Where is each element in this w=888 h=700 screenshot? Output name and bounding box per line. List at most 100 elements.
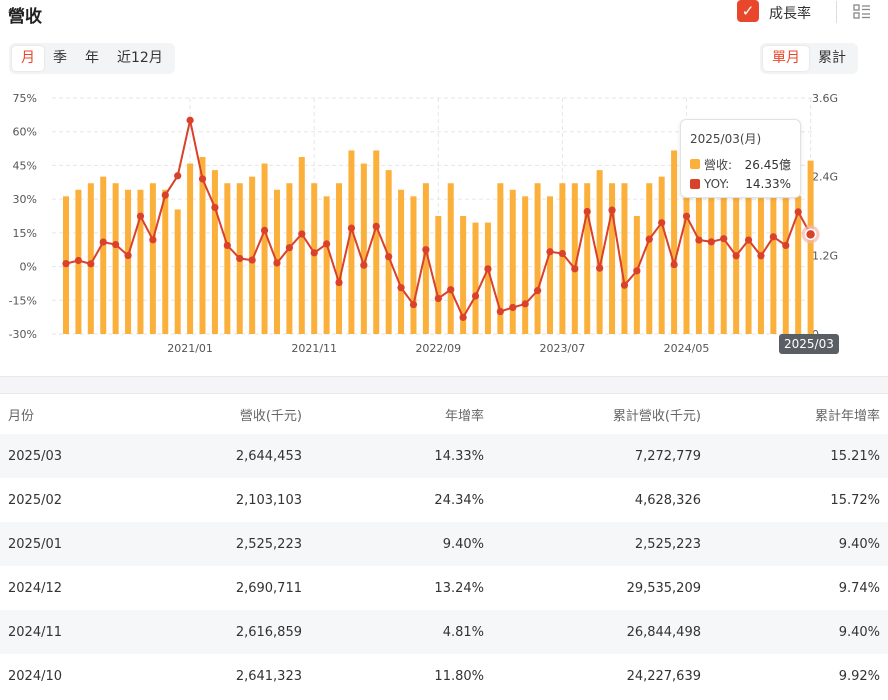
- revenue-bar: [410, 196, 417, 334]
- yoy-point: [484, 265, 492, 273]
- yoy-point: [434, 294, 442, 303]
- cell-cumulative-yoy: 9.92%: [838, 668, 880, 684]
- yoy-point: [558, 249, 567, 258]
- yoy-point: [620, 281, 629, 289]
- table-header-row: 月份 營收(千元) 年增率 累計營收(千元) 累計年增率: [0, 394, 888, 434]
- yoy-point: [273, 259, 281, 267]
- cell-cumulative-yoy: 9.40%: [709, 610, 888, 654]
- revenue-bar: [100, 176, 107, 334]
- tooltip-revenue-value: 26.45億: [744, 157, 791, 172]
- revenue-bar: [671, 150, 678, 334]
- cell-month: 2024/10: [8, 668, 63, 684]
- table-row: 2025/03 2,644,453 14.33% 7,272,779 15.21…: [0, 434, 888, 478]
- section-title: 營收: [8, 7, 42, 27]
- section-separator: [0, 376, 888, 394]
- yoy-point: [571, 265, 579, 273]
- tab-quarter[interactable]: 季: [44, 46, 76, 71]
- yoy-point: [459, 313, 467, 321]
- revenue-bar: [658, 176, 665, 334]
- table-row: 2025/02 2,103,103 24.34% 4,628,326 15.72…: [0, 478, 888, 522]
- yoy-point: [732, 252, 740, 260]
- revenue-bar: [174, 209, 181, 334]
- yoy-point: [310, 249, 318, 257]
- cell-revenue: 2,103,103: [235, 492, 302, 508]
- left-axis-tick: 15%: [13, 227, 37, 240]
- right-axis-tick: 3.6G: [812, 92, 838, 105]
- yoy-point: [744, 236, 753, 244]
- cell-revenue: 2,525,223: [150, 522, 310, 566]
- revenue-bar: [323, 196, 330, 334]
- revenue-bar: [125, 189, 132, 334]
- yoy-point: [372, 222, 380, 230]
- tooltip-revenue-row: 營收: 26.45億: [690, 154, 791, 174]
- left-axis-tick: -30%: [9, 328, 37, 341]
- cell-yoy: 11.80%: [434, 668, 484, 684]
- yoy-point: [174, 172, 182, 180]
- yoy-point: [236, 254, 244, 263]
- chart-tooltip: 2025/03(月) 營收: 26.45億 YOY: 14.33%: [680, 119, 801, 198]
- yoy-point: [804, 228, 817, 241]
- revenue-bar: [435, 216, 442, 334]
- left-axis-tick: 60%: [13, 126, 37, 139]
- yoy-point: [608, 206, 616, 214]
- yoy-point: [633, 267, 641, 275]
- list-view-icon[interactable]: [853, 3, 871, 21]
- yoy-point: [533, 287, 542, 295]
- yoy-point: [198, 175, 207, 183]
- header-month[interactable]: 月份: [0, 394, 150, 434]
- cell-yoy: 13.24%: [434, 580, 484, 596]
- cell-revenue: 2,690,711: [235, 580, 302, 596]
- revenue-bar: [112, 183, 119, 334]
- header-revenue[interactable]: 營收(千元): [150, 394, 310, 434]
- revenue-bar: [646, 183, 653, 334]
- tooltip-date: 2025/03(月): [690, 132, 762, 146]
- tab-year[interactable]: 年: [76, 46, 108, 71]
- x-axis-tick: 2021/11: [291, 342, 337, 355]
- yoy-point: [670, 260, 678, 269]
- revenue-bar: [149, 183, 156, 334]
- tooltip-yoy-value: 14.33%: [745, 177, 791, 191]
- section-header: 營收 ✓ 成長率: [0, 0, 888, 27]
- revenue-bar: [187, 163, 194, 334]
- cell-cumulative-revenue: 4,628,326: [634, 492, 701, 508]
- growth-rate-checkbox[interactable]: ✓: [737, 0, 759, 22]
- yoy-point: [521, 300, 529, 308]
- yoy-point: [757, 252, 765, 260]
- header-yoy[interactable]: 年增率: [310, 394, 492, 434]
- yoy-point: [223, 241, 231, 250]
- revenue-bar: [509, 189, 516, 334]
- revenue-bar: [695, 176, 702, 334]
- yoy-point: [583, 207, 591, 216]
- yoy-point: [422, 246, 430, 254]
- yoy-point: [769, 233, 777, 241]
- table-row: 2024/11 2,616,859 4.81% 26,844,498 9.40%: [0, 610, 888, 654]
- revenue-bar: [311, 183, 318, 334]
- yoy-point: [149, 236, 157, 244]
- growth-rate-label[interactable]: 成長率: [769, 3, 811, 23]
- yoy-point: [546, 248, 554, 256]
- yoy-point: [720, 235, 728, 243]
- cell-month: 2025/02: [8, 492, 63, 508]
- header-cumulative-yoy[interactable]: 累計年增率: [709, 394, 888, 434]
- revenue-bar: [546, 196, 553, 334]
- right-axis-tick: 2.4G: [812, 171, 838, 184]
- header-cumulative-revenue[interactable]: 累計營收(千元): [492, 394, 709, 434]
- yoy-point: [682, 212, 691, 220]
- tab-month[interactable]: 月: [12, 46, 44, 71]
- yoy-point: [285, 244, 293, 252]
- yoy-point: [645, 235, 653, 243]
- tab-cumulative[interactable]: 累計: [809, 46, 855, 71]
- revenue-bar: [224, 183, 231, 334]
- revenue-bar: [348, 150, 355, 334]
- period-tab-group: 月 季 年 近12月: [9, 43, 175, 74]
- tab-last-12-months[interactable]: 近12月: [108, 46, 172, 71]
- revenue-bar: [472, 222, 479, 334]
- tab-single-month[interactable]: 單月: [763, 46, 809, 71]
- table-row: 2024/12 2,690,711 13.24% 29,535,209 9.74…: [0, 566, 888, 610]
- revenue-bar: [584, 183, 591, 334]
- cell-cumulative-yoy: 9.74%: [838, 580, 880, 596]
- x-axis-tick: 2022/09: [415, 342, 461, 355]
- cell-month: 2024/12: [8, 580, 63, 596]
- yoy-point: [298, 230, 306, 238]
- cell-cumulative-yoy: 15.21%: [709, 434, 888, 478]
